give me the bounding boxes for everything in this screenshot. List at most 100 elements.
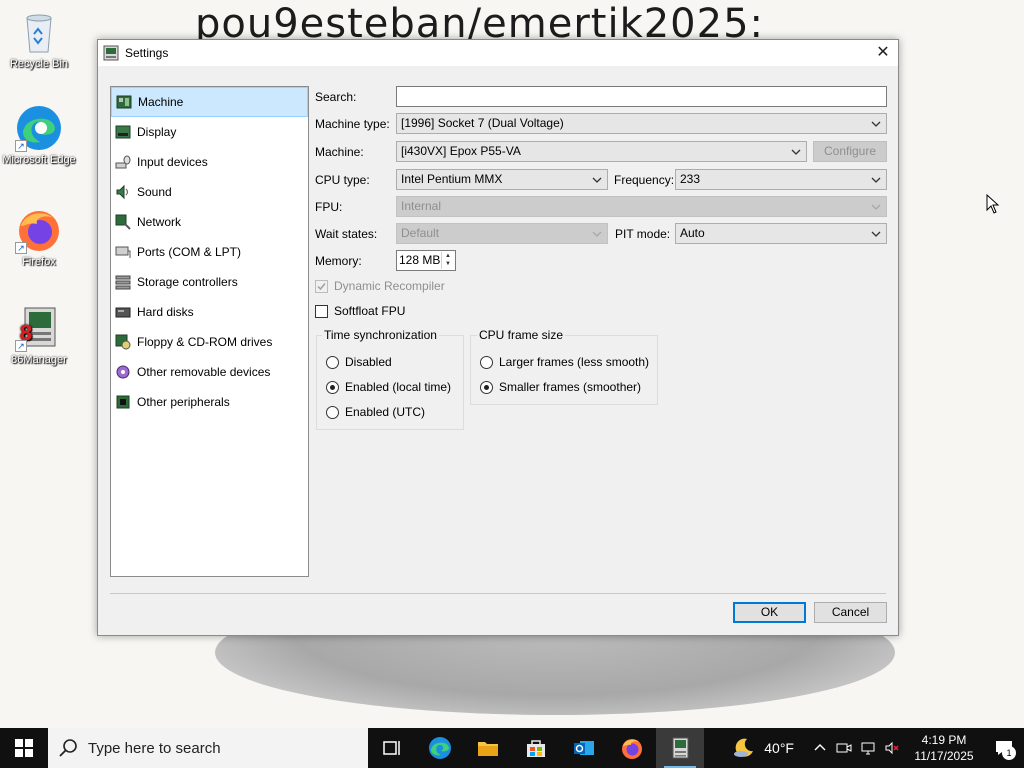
86box-manager-icon: 8 ↗	[15, 304, 63, 352]
nav-item-machine[interactable]: Machine	[111, 87, 308, 117]
nav-item-floppy-cdrom[interactable]: Floppy & CD-ROM drives	[111, 327, 308, 357]
radio-dot	[480, 380, 493, 394]
volume-muted-icon	[885, 741, 899, 755]
close-button[interactable]: ✕	[868, 40, 898, 66]
desktop-icon-label: Microsoft Edge	[2, 154, 76, 166]
search-icon	[59, 739, 77, 757]
taskbar-file-explorer[interactable]	[464, 728, 512, 768]
ports-icon	[115, 244, 131, 260]
desktop-icon-edge[interactable]: ↗ Microsoft Edge	[2, 104, 76, 166]
close-icon: ✕	[876, 44, 890, 61]
nav-item-removable-devices[interactable]: Other removable devices	[111, 357, 308, 387]
spin-down-icon[interactable]: ▼	[442, 260, 454, 268]
smaller-frames-radio[interactable]: Smaller frames (smoother)	[480, 380, 641, 394]
taskbar-outlook[interactable]	[560, 728, 608, 768]
machine-label: Machine:	[315, 145, 364, 159]
desktop-icon-86manager[interactable]: 8 ↗ 86Manager	[2, 304, 76, 366]
radio-label: Disabled	[345, 355, 392, 369]
taskbar-edge[interactable]	[416, 728, 464, 768]
cpu-type-dropdown[interactable]: Intel Pentium MMX	[396, 169, 608, 190]
memory-spinbox[interactable]: 128 MB ▲ ▼	[396, 250, 456, 271]
wallpaper-text: pou9esteban/emertik2025:	[195, 2, 764, 42]
clock-date: 11/17/2025	[914, 749, 974, 763]
divider	[110, 593, 886, 594]
machine-dropdown[interactable]: [i430VX] Epox P55-VA	[396, 141, 807, 162]
taskbar-search[interactable]: Type here to search	[48, 728, 368, 768]
clock[interactable]: 4:19 PM 11/17/2025	[904, 732, 984, 764]
taskbar-firefox[interactable]	[608, 728, 656, 768]
notification-count: 1	[1002, 746, 1016, 760]
network-tray-button[interactable]	[856, 728, 880, 768]
wait-states-dropdown[interactable]: Default	[396, 223, 608, 244]
configure-button[interactable]: Configure	[813, 141, 887, 162]
volume-tray-button[interactable]	[880, 728, 904, 768]
radio-dot	[326, 380, 339, 394]
pit-mode-dropdown[interactable]: Auto	[675, 223, 887, 244]
firefox-icon	[622, 739, 642, 759]
ok-button[interactable]: OK	[733, 602, 806, 623]
nav-item-label: Display	[137, 125, 177, 139]
display-icon	[115, 124, 131, 140]
larger-frames-radio[interactable]: Larger frames (less smooth)	[480, 355, 649, 369]
nav-item-label: Other removable devices	[137, 365, 271, 379]
cpu-type-label: CPU type:	[315, 173, 370, 187]
time-sync-utc-radio[interactable]: Enabled (UTC)	[326, 405, 425, 419]
memory-spin-buttons[interactable]: ▲ ▼	[441, 252, 454, 269]
notifications-button[interactable]: 1	[984, 728, 1024, 768]
nav-item-label: Sound	[137, 185, 172, 199]
dialog-title: Settings	[125, 46, 169, 60]
frequency-dropdown[interactable]: 233	[675, 169, 887, 190]
nav-item-label: Hard disks	[137, 305, 194, 319]
chevron-down-icon	[871, 175, 881, 185]
edge-icon: ↗	[15, 104, 63, 152]
file-explorer-icon	[478, 742, 498, 756]
nav-item-sound[interactable]: Sound	[111, 177, 308, 207]
desktop-icon-firefox[interactable]: ↗ Firefox	[2, 206, 76, 268]
dynamic-recompiler-checkbox[interactable]: Dynamic Recompiler	[315, 279, 445, 293]
nav-item-network[interactable]: Network	[111, 207, 308, 237]
start-button[interactable]	[0, 728, 48, 768]
weather-moon-icon	[734, 738, 754, 757]
clock-time: 4:19 PM	[921, 733, 967, 747]
time-sync-disabled-radio[interactable]: Disabled	[326, 355, 392, 369]
nav-item-hard-disks[interactable]: Hard disks	[111, 297, 308, 327]
category-list: Machine Display Input devices Sound Netw…	[110, 86, 309, 577]
radio-label: Enabled (local time)	[345, 380, 452, 394]
softfloat-fpu-checkbox[interactable]: Softfloat FPU	[315, 304, 405, 318]
title-bar[interactable]: Settings ✕	[98, 40, 898, 66]
taskbar-86box[interactable]	[656, 728, 704, 768]
time-sync-local-radio[interactable]: Enabled (local time)	[326, 380, 451, 394]
desktop-icon-label: Firefox	[22, 256, 56, 268]
desktop-icon-recycle-bin[interactable]: Recycle Bin	[2, 8, 76, 70]
nav-item-ports[interactable]: Ports (COM & LPT)	[111, 237, 308, 267]
nav-item-input-devices[interactable]: Input devices	[111, 147, 308, 177]
task-view-button[interactable]	[368, 728, 416, 768]
taskbar-store[interactable]	[512, 728, 560, 768]
weather-widget[interactable]: 40°F	[732, 736, 794, 760]
nav-item-display[interactable]: Display	[111, 117, 308, 147]
nav-item-label: Ports (COM & LPT)	[137, 245, 242, 259]
chevron-up-icon	[814, 744, 826, 751]
memory-value: 128 MB	[399, 253, 441, 267]
dynamic-recompiler-label: Dynamic Recompiler	[334, 279, 445, 293]
time-sync-title: Time synchronization	[322, 328, 439, 342]
machine-type-value: [1996] Socket 7 (Dual Voltage)	[401, 116, 564, 130]
search-input[interactable]	[396, 86, 887, 107]
desktop-icon-label: 86Manager	[11, 354, 67, 366]
nav-item-other-peripherals[interactable]: Other peripherals	[111, 387, 308, 417]
spin-up-icon[interactable]: ▲	[442, 252, 454, 260]
chevron-down-icon	[871, 202, 881, 212]
desktop-icon-label: Recycle Bin	[9, 58, 69, 70]
softfloat-fpu-label: Softfloat FPU	[334, 304, 406, 318]
nav-item-storage-controllers[interactable]: Storage controllers	[111, 267, 308, 297]
machine-type-dropdown[interactable]: [1996] Socket 7 (Dual Voltage)	[396, 113, 887, 134]
edge-icon	[429, 737, 451, 759]
fpu-dropdown[interactable]: Internal	[396, 196, 887, 217]
meet-now-button[interactable]	[832, 728, 856, 768]
outlook-icon	[574, 741, 594, 755]
cancel-button[interactable]: Cancel	[814, 602, 887, 623]
taskbar: Type here to search 40°F 4:19 PM 11/17/2…	[0, 728, 1024, 768]
show-hidden-icons-button[interactable]	[808, 728, 832, 768]
mouse-cursor-icon	[986, 194, 1000, 214]
frequency-label: Frequency:	[614, 173, 675, 187]
